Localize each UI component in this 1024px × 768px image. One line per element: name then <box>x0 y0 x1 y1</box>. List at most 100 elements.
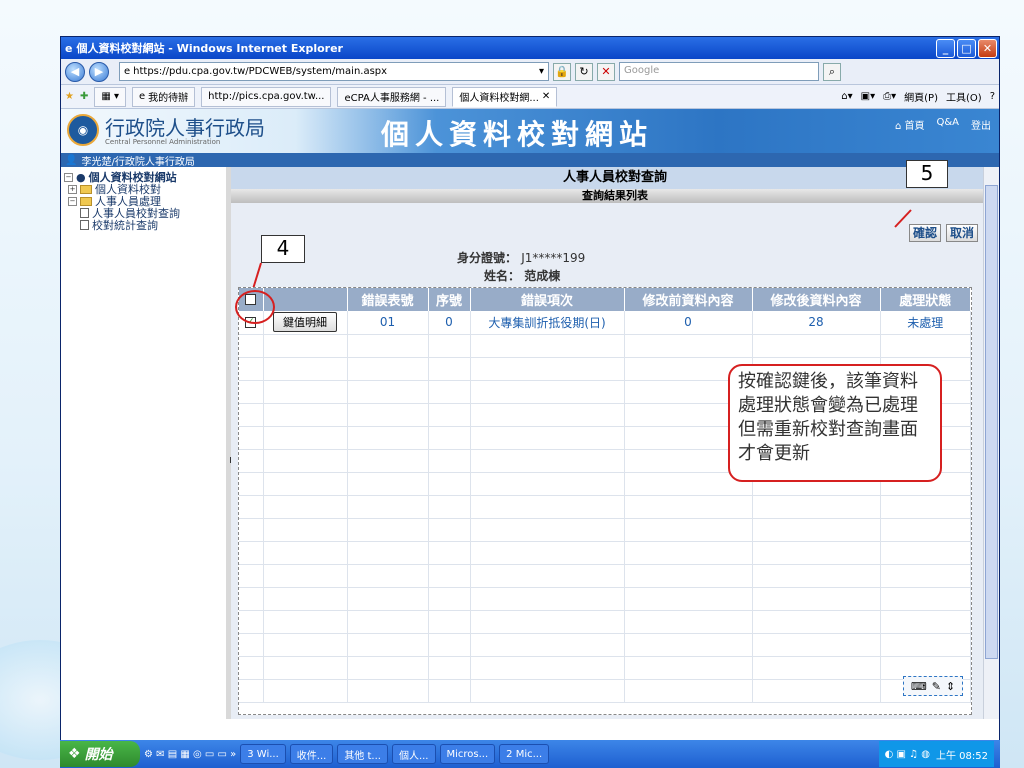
empty-cell <box>239 564 264 588</box>
refresh-icon[interactable]: ↻ <box>575 62 593 81</box>
lock-icon[interactable]: 🔒 <box>553 62 571 81</box>
empty-cell <box>347 380 429 404</box>
annotation-note: 按確認鍵後，該筆資料處理狀態會變為已處理但需重新校對查詢畫面才會更新 <box>728 364 942 482</box>
empty-cell <box>880 518 971 542</box>
forward-icon[interactable]: ▶ <box>89 61 109 82</box>
tab-pics[interactable]: http://pics.cpa.gov.tw... <box>201 86 332 107</box>
search-input[interactable]: Google <box>619 62 819 81</box>
folder-icon <box>80 184 92 194</box>
page-icon: e <box>124 66 131 77</box>
tray-icons[interactable]: ◐ ▣ ♫ ◍ <box>885 749 930 760</box>
empty-cell <box>239 449 264 473</box>
annotation-number-4: 4 <box>261 235 305 263</box>
empty-cell <box>470 357 625 381</box>
stop-icon[interactable]: ✕ <box>597 62 615 81</box>
empty-row <box>239 518 971 542</box>
empty-cell <box>428 426 471 450</box>
favorite-mypending[interactable]: e 我的待辦 <box>132 86 196 107</box>
result-grid: 錯誤表號 序號 錯誤項次 修改前資料內容 修改後資料內容 處理狀態 ✓ 鍵值明細… <box>238 287 972 715</box>
empty-cell <box>347 334 429 358</box>
maximize-button[interactable]: □ <box>957 38 976 58</box>
quick-tabs-button[interactable]: ▦ ▾ <box>94 86 127 107</box>
empty-cell <box>347 587 429 611</box>
close-button[interactable]: ✕ <box>978 38 997 58</box>
vertical-scrollbar[interactable] <box>983 167 999 719</box>
title-bar: e 個人資料校對網站 - Windows Internet Explorer _… <box>61 37 999 59</box>
keyboard-icon[interactable]: ⌨ <box>911 680 927 693</box>
empty-cell <box>347 564 429 588</box>
close-tab-icon[interactable]: ✕ <box>542 91 550 102</box>
user-icon: 👤 <box>65 154 78 166</box>
tree-item-stats-query[interactable]: 校對統計查詢 <box>64 219 223 232</box>
expand-icon[interactable]: + <box>68 184 77 194</box>
quicklaunch-icons[interactable]: ⚙ ✉ ▤ ▦ ◎ ▭ ▭ » <box>144 749 236 760</box>
scrollbar-thumb[interactable] <box>985 185 998 659</box>
cancel-button[interactable]: 取消 <box>945 224 978 242</box>
search-icon[interactable]: ⌕ <box>823 62 841 81</box>
tools-menu[interactable]: 工具(O) <box>946 89 982 104</box>
row-btn-cell: 鍵值明細 <box>263 311 348 335</box>
add-favorite-icon[interactable]: ✚ <box>80 91 88 102</box>
cell-before: 0 <box>624 311 753 335</box>
collapse-icon[interactable]: − <box>68 196 77 206</box>
task-ms[interactable]: Micros... <box>439 744 496 764</box>
empty-cell <box>752 656 881 680</box>
qa-link[interactable]: Q&A <box>936 117 959 132</box>
confirm-button[interactable]: 確認 <box>908 224 941 242</box>
table-row: ✓ 鍵值明細 01 0 大專集訓折抵役期(日) 0 28 未處理 <box>239 311 971 335</box>
key-detail-button[interactable]: 鍵值明細 <box>273 312 337 333</box>
page-menu[interactable]: 網頁(P) <box>904 89 938 104</box>
print-icon[interactable]: ⎙▾ <box>883 91 896 102</box>
tab-ecpa[interactable]: eCPA人事服務網 - ... <box>337 86 447 107</box>
tab-current[interactable]: 個人資料校對網... ✕ <box>452 86 558 107</box>
task-explorer[interactable]: 3 Wi... <box>240 744 286 764</box>
task-ie[interactable]: 個人... <box>391 744 436 764</box>
header-status: 處理狀態 <box>880 288 971 311</box>
empty-cell <box>347 656 429 680</box>
ie-icon: e <box>139 91 146 102</box>
empty-cell <box>428 403 471 427</box>
task-word[interactable]: 2 Mic... <box>499 744 550 764</box>
document-icon <box>80 220 89 230</box>
empty-cell <box>470 587 625 611</box>
logout-link[interactable]: 登出 <box>971 117 991 132</box>
folder-icon <box>80 196 92 206</box>
empty-cell <box>263 610 348 634</box>
task-other[interactable]: 其他 t... <box>337 744 388 764</box>
empty-cell <box>428 610 471 634</box>
home-link[interactable]: ⌂ 首頁 <box>895 117 925 132</box>
empty-cell <box>752 610 881 634</box>
empty-cell <box>428 380 471 404</box>
dropdown-icon[interactable]: ▾ <box>539 66 544 77</box>
empty-cell <box>347 403 429 427</box>
task-inbox[interactable]: 收件... <box>289 744 334 764</box>
result-table: 錯誤表號 序號 錯誤項次 修改前資料內容 修改後資料內容 處理狀態 ✓ 鍵值明細… <box>239 288 971 703</box>
cell-form: 01 <box>347 311 429 335</box>
minimize-button[interactable]: _ <box>936 38 955 58</box>
empty-cell <box>880 541 971 565</box>
empty-cell <box>880 633 971 657</box>
empty-cell <box>239 334 264 358</box>
collapse-icon[interactable]: − <box>64 172 73 182</box>
address-input[interactable]: e https://pdu.cpa.gov.tw/PDCWEB/system/ma… <box>119 62 549 81</box>
favorites-star-icon[interactable]: ★ <box>65 91 74 102</box>
user-bar: 👤 李光楚/行政院人事行政局 <box>61 153 999 168</box>
home-icon[interactable]: ⌂▾ <box>841 91 852 102</box>
empty-cell <box>347 633 429 657</box>
back-icon[interactable]: ◀ <box>65 61 85 82</box>
empty-cell <box>428 656 471 680</box>
empty-cell <box>428 679 471 703</box>
feeds-icon[interactable]: ▣▾ <box>861 91 875 102</box>
spinner-icon[interactable]: ⇕ <box>946 680 955 693</box>
document-icon <box>80 208 89 218</box>
empty-cell <box>428 472 471 496</box>
address-bar-row: ◀ ▶ e https://pdu.cpa.gov.tw/PDCWEB/syste… <box>61 59 999 85</box>
empty-cell <box>263 518 348 542</box>
empty-cell <box>624 564 753 588</box>
page-subtitle: 查詢結果列表 <box>231 189 999 203</box>
start-button[interactable]: ❖ 開始 <box>60 741 140 767</box>
empty-cell <box>470 679 625 703</box>
edit-icon[interactable]: ✎ <box>932 680 941 693</box>
id-info: 身分證號： J1*****199 <box>457 251 586 265</box>
help-icon[interactable]: ? <box>990 91 995 102</box>
